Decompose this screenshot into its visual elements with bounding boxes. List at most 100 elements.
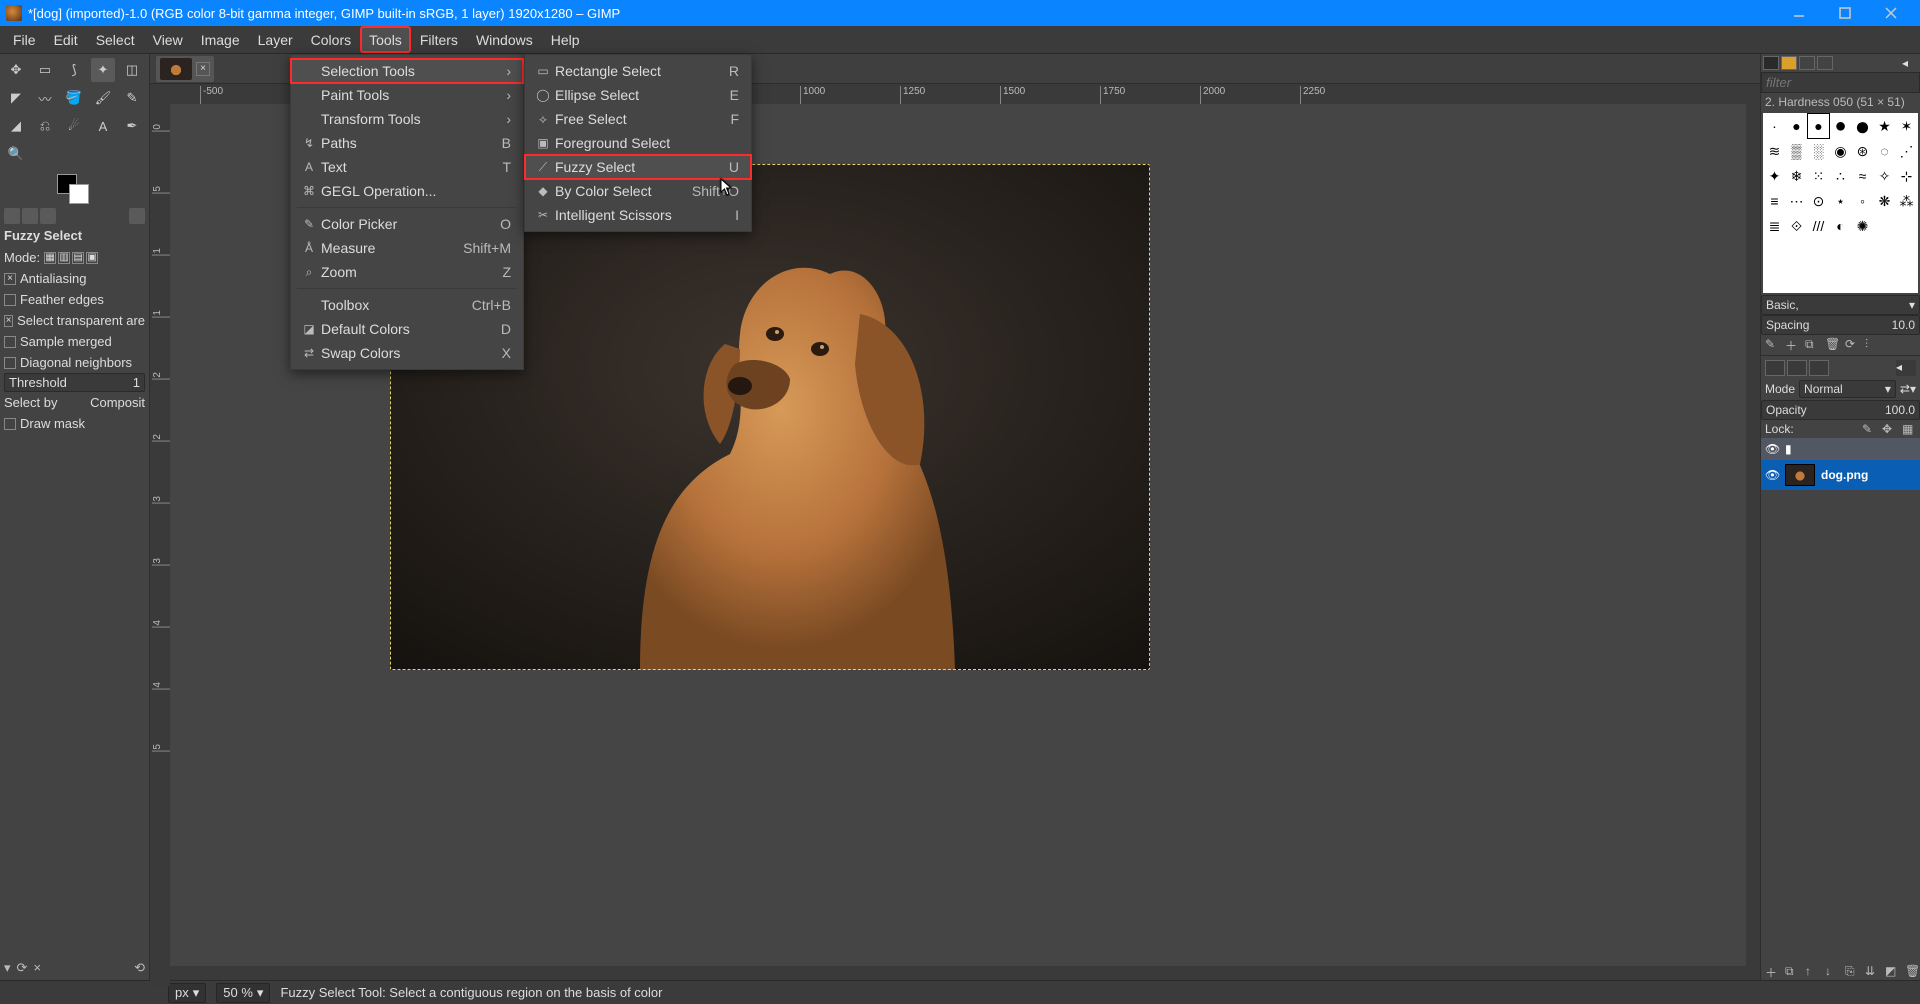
tools-menu-default-colors[interactable]: ◪Default ColorsD xyxy=(291,317,523,341)
mode-replace-icon[interactable]: ▦ xyxy=(44,252,56,264)
gradients-tab-icon[interactable] xyxy=(1799,56,1815,70)
layer-name[interactable]: dog.png xyxy=(1821,468,1868,482)
selection-submenu-foreground-select[interactable]: ▣Foreground Select xyxy=(525,131,751,155)
crop-tool-icon[interactable]: ◫ xyxy=(120,58,144,82)
new-layer-icon[interactable]: ＋ xyxy=(1765,964,1779,978)
sample-merged-checkbox[interactable] xyxy=(4,336,16,348)
layer-row[interactable]: 👁 dog.png xyxy=(1761,460,1920,490)
minimize-button[interactable] xyxy=(1776,0,1822,26)
antialiasing-checkbox[interactable] xyxy=(4,273,16,285)
selection-submenu-fuzzy-select[interactable]: ⟋Fuzzy SelectU xyxy=(525,155,751,179)
mode-subtract-icon[interactable]: ▤ xyxy=(72,252,84,264)
background-swatch[interactable] xyxy=(69,184,89,204)
tools-menu-color-picker[interactable]: ✎Color PickerO xyxy=(291,212,523,236)
move-tool-icon[interactable]: ✥ xyxy=(4,58,28,82)
brush-preset-select[interactable]: Basic,▾ xyxy=(1761,295,1920,315)
restore-preset-icon[interactable]: ⟳ xyxy=(17,960,28,976)
selection-submenu-free-select[interactable]: ⟡Free SelectF xyxy=(525,107,751,131)
menu-view[interactable]: View xyxy=(144,26,192,53)
raise-layer-icon[interactable]: ↑ xyxy=(1805,964,1819,978)
tab-menu-icon[interactable] xyxy=(129,208,145,224)
selection-submenu-intelligent-scissors[interactable]: ✂Intelligent ScissorsI xyxy=(525,203,751,227)
opacity-field[interactable]: Opacity 100.0 xyxy=(1761,400,1920,420)
vertical-scrollbar[interactable] xyxy=(1746,104,1760,966)
save-preset-icon[interactable]: ▾ xyxy=(4,960,11,976)
pencil-tool-icon[interactable]: ✎ xyxy=(120,86,144,110)
ruler-vertical[interactable]: 05112233445 xyxy=(150,104,170,966)
edit-brush-icon[interactable]: ✎ xyxy=(1765,337,1779,351)
tools-menu-paint-tools[interactable]: Paint Tools› xyxy=(291,83,523,107)
text-tool-icon[interactable]: A xyxy=(91,114,115,138)
lock-position-icon[interactable]: ✥ xyxy=(1882,422,1896,436)
mode-select[interactable]: Normal▾ xyxy=(1799,380,1896,398)
tools-menu-swap-colors[interactable]: ⇄Swap ColorsX xyxy=(291,341,523,365)
merge-layer-icon[interactable]: ⇊ xyxy=(1865,964,1879,978)
refresh-brush-icon[interactable]: ⟳ xyxy=(1845,337,1859,351)
tools-menu-measure[interactable]: ÅMeasureShift+M xyxy=(291,236,523,260)
channels-tab-icon[interactable] xyxy=(1787,360,1807,376)
tools-menu-zoom[interactable]: ⌕ZoomZ xyxy=(291,260,523,284)
del-brush-icon[interactable]: 🗑 xyxy=(1825,337,1839,351)
brushes-tab-icon[interactable] xyxy=(1763,56,1779,70)
paths-tab-icon[interactable] xyxy=(1809,360,1829,376)
selection-submenu-ellipse-select[interactable]: ◯Ellipse SelectE xyxy=(525,83,751,107)
menu-filters[interactable]: Filters xyxy=(411,26,467,53)
maximize-button[interactable] xyxy=(1822,0,1868,26)
tools-menu-selection-tools[interactable]: Selection Tools› xyxy=(291,59,523,83)
undo-history-tab-icon[interactable] xyxy=(40,208,56,224)
tools-menu[interactable]: Selection Tools›Paint Tools›Transform To… xyxy=(290,54,524,370)
transparent-checkbox[interactable] xyxy=(4,315,13,327)
mask-layer-icon[interactable]: ◩ xyxy=(1885,964,1899,978)
clone-tool-icon[interactable]: ⎌ xyxy=(33,114,57,138)
menu-tools[interactable]: Tools xyxy=(360,26,411,53)
menubar[interactable]: FileEditSelectViewImageLayerColorsToolsF… xyxy=(0,26,1920,54)
warp-tool-icon[interactable]: 〰 xyxy=(33,86,57,110)
switch-icon[interactable]: ⇄ xyxy=(1900,382,1910,396)
tools-menu-transform-tools[interactable]: Transform Tools› xyxy=(291,107,523,131)
dock-menu-icon[interactable]: ◂ xyxy=(1896,360,1916,376)
path-tool-icon[interactable]: ✒ xyxy=(120,114,144,138)
transform-tool-icon[interactable]: ◤ xyxy=(4,86,28,110)
tool-options-tab-icon[interactable] xyxy=(4,208,20,224)
nav-corner[interactable] xyxy=(1746,966,1760,980)
bucket-tool-icon[interactable]: 🪣 xyxy=(62,86,86,110)
patterns-tab-icon[interactable] xyxy=(1781,56,1797,70)
selection-submenu-rectangle-select[interactable]: ▭Rectangle SelectR xyxy=(525,59,751,83)
brush-spacing-field[interactable]: Spacing 10.0 xyxy=(1761,315,1920,335)
menu-help[interactable]: Help xyxy=(542,26,589,53)
delete-layer-icon[interactable]: 🗑 xyxy=(1905,964,1919,978)
dup-brush-icon[interactable]: ⧉ xyxy=(1805,337,1819,351)
close-button[interactable] xyxy=(1868,0,1914,26)
brush-grid[interactable]: ·●●●● ★✶≋▒░◉⊛ ◌⋰✦❄⁙∴≈ ✧⊹≡⋯⊙⋆◦ ❋⁂≣⟐///◐✺ xyxy=(1763,113,1918,293)
dock-menu-icon[interactable]: ◂ xyxy=(1902,56,1918,70)
open-brush-icon[interactable]: ⫶ xyxy=(1865,337,1879,351)
menu-windows[interactable]: Windows xyxy=(467,26,542,53)
left-dock-tabs[interactable] xyxy=(0,206,149,226)
zoom-select[interactable]: 50 % ▾ xyxy=(216,983,270,1003)
select-by-value[interactable]: Composit xyxy=(90,395,145,410)
feather-checkbox[interactable] xyxy=(4,294,16,306)
lock-alpha-icon[interactable]: ▦ xyxy=(1902,422,1916,436)
visibility-icon[interactable]: 👁 xyxy=(1765,468,1779,482)
document-close-icon[interactable]: × xyxy=(196,62,210,76)
lock-pixels-icon[interactable]: ✎ xyxy=(1862,422,1876,436)
selection-submenu-by-color-select[interactable]: ◆By Color SelectShift+O xyxy=(525,179,751,203)
menu-image[interactable]: Image xyxy=(192,26,249,53)
layers-dock-tabs[interactable]: ◂ xyxy=(1761,358,1920,378)
tools-menu-gegl-operation-[interactable]: ⌘GEGL Operation... xyxy=(291,179,523,203)
unit-select[interactable]: px ▾ xyxy=(168,983,206,1003)
fuzzy-select-tool-icon[interactable]: ✦ xyxy=(91,58,115,82)
rect-select-tool-icon[interactable]: ▭ xyxy=(33,58,57,82)
reset-presets-icon[interactable]: ⟲ xyxy=(134,960,145,976)
link-icon[interactable]: ▮ xyxy=(1785,442,1792,456)
floating-selection-row[interactable]: 👁 ▮ xyxy=(1761,438,1920,460)
brushes-dock-tabs[interactable]: ◂ xyxy=(1761,54,1920,72)
mode-intersect-icon[interactable]: ▣ xyxy=(86,252,98,264)
mode-add-icon[interactable]: ▥ xyxy=(58,252,70,264)
color-swatches[interactable] xyxy=(55,174,95,204)
brush-tool-icon[interactable]: 🖌 xyxy=(91,86,115,110)
horizontal-scrollbar[interactable] xyxy=(170,966,1746,980)
free-select-tool-icon[interactable]: ⟆ xyxy=(62,58,86,82)
document-tab[interactable]: × xyxy=(156,56,214,82)
menu-select[interactable]: Select xyxy=(87,26,144,53)
